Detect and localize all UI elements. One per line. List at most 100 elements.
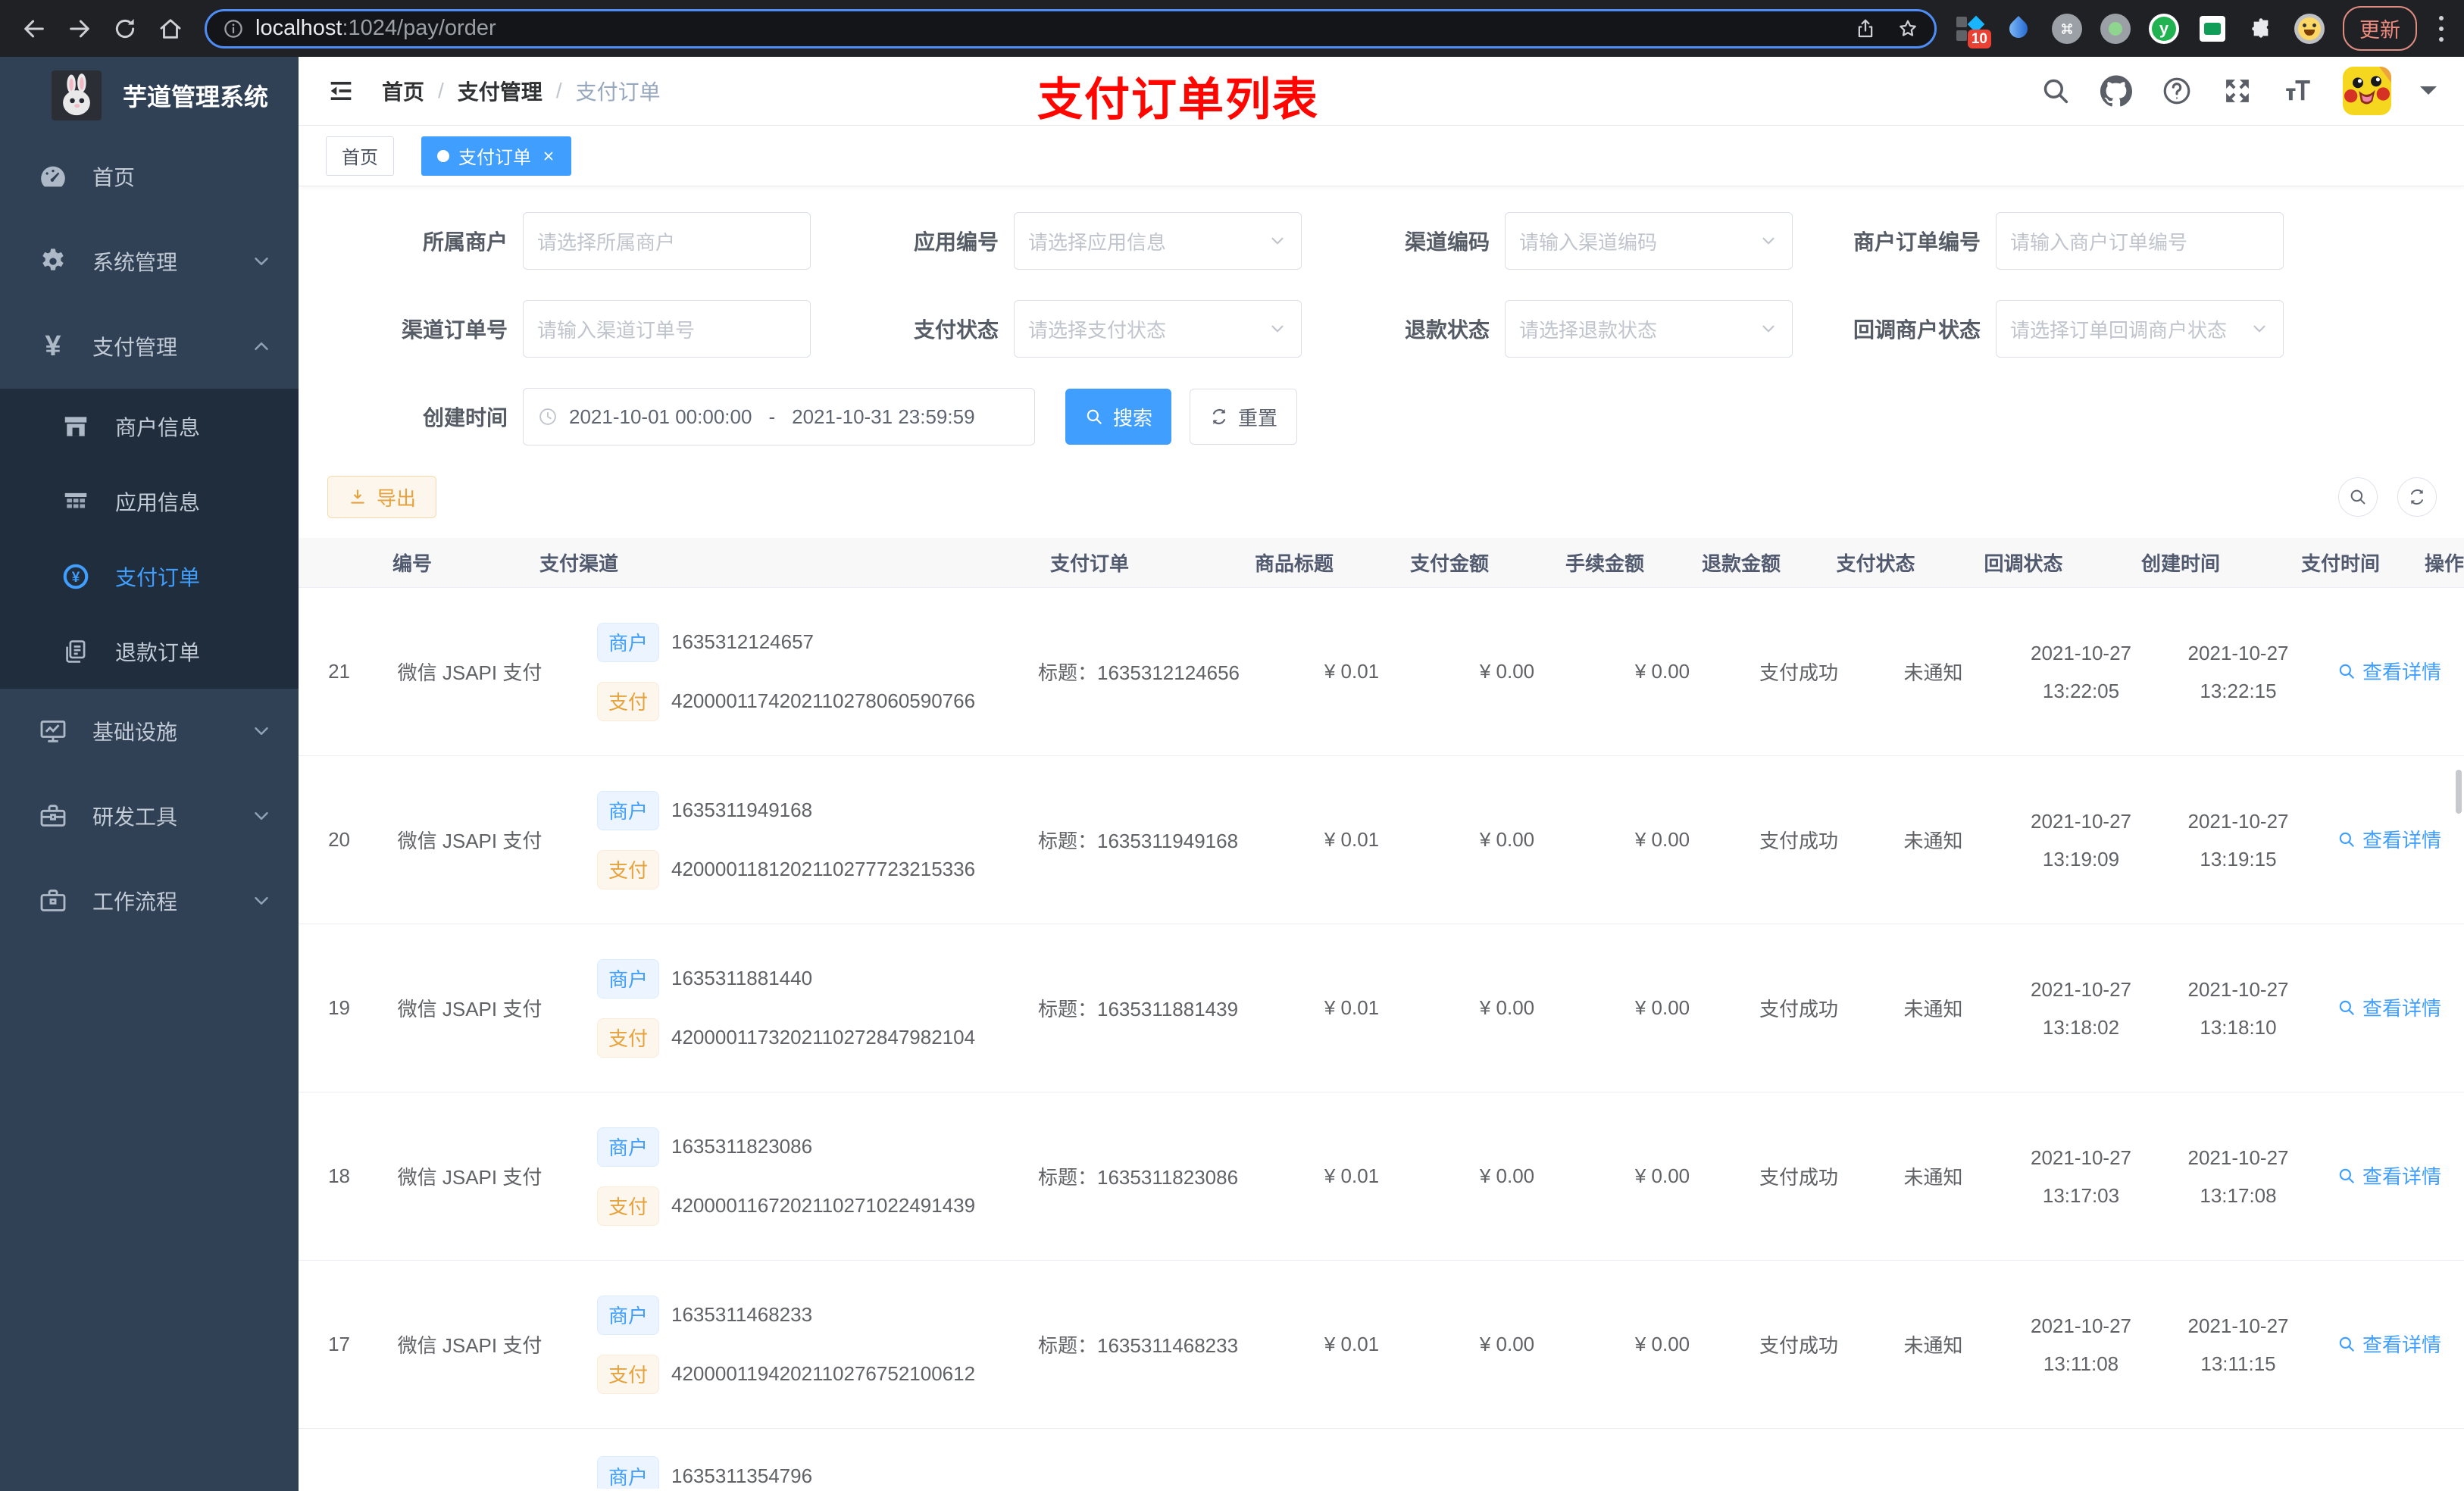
filter-input[interactable]: 请选择支付状态 bbox=[1014, 300, 1302, 358]
view-detail-link[interactable]: 查看详情 bbox=[2337, 1330, 2441, 1358]
sidebar-menu-item[interactable]: 研发工具 bbox=[0, 774, 299, 858]
collapse-sidebar-icon[interactable] bbox=[326, 76, 356, 106]
browser-chrome: localhost:1024/pay/order 10 y 更新 bbox=[0, 0, 2464, 57]
merchant-tag: 商户 bbox=[597, 1456, 660, 1489]
sidebar-menu-item[interactable]: ¥ 支付管理 bbox=[0, 304, 299, 389]
cell-id: 21 bbox=[328, 660, 350, 683]
sidebar-menu-item[interactable]: 系统管理 bbox=[0, 219, 299, 304]
breadcrumb-item[interactable]: 支付管理 / bbox=[458, 76, 576, 106]
reload-icon[interactable] bbox=[108, 11, 142, 46]
fullscreen-icon[interactable] bbox=[2222, 75, 2253, 107]
view-detail-link[interactable]: 查看详情 bbox=[2337, 657, 2441, 685]
extension-y-icon[interactable]: y bbox=[2149, 13, 2179, 44]
browser-menu-icon[interactable] bbox=[2438, 15, 2444, 42]
view-detail-link[interactable]: 查看详情 bbox=[2337, 993, 2441, 1021]
search-icon[interactable] bbox=[2040, 75, 2072, 107]
extension-record-icon[interactable] bbox=[2100, 13, 2131, 44]
help-icon[interactable] bbox=[2161, 75, 2193, 107]
column-header: 商品标题 bbox=[1254, 552, 1334, 575]
extension-chat-icon[interactable] bbox=[2197, 14, 2228, 44]
filter-input[interactable]: 请输入商户订单编号 bbox=[1996, 212, 2284, 270]
extensions-puzzle-icon[interactable] bbox=[2246, 14, 2276, 44]
view-detail-link[interactable]: 查看详情 bbox=[2337, 825, 2441, 853]
bookmark-star-icon[interactable] bbox=[1896, 17, 1919, 40]
yen-circle-icon: ¥ bbox=[59, 560, 92, 593]
extension-command-icon[interactable] bbox=[2052, 13, 2082, 44]
logo-row[interactable]: 芋道管理系统 bbox=[0, 57, 299, 134]
placeholder-text: 请选择所属商户 bbox=[537, 230, 676, 254]
search-button[interactable]: 搜索 bbox=[1065, 389, 1171, 445]
refresh-button[interactable] bbox=[2397, 477, 2437, 517]
close-icon[interactable] bbox=[542, 149, 555, 163]
sidebar-submenu-item[interactable]: ¥ 支付订单 bbox=[0, 539, 299, 614]
filter-input[interactable]: 请选择订单回调商户状态 bbox=[1996, 300, 2284, 358]
merchant-tag: 商户 bbox=[597, 1295, 660, 1335]
filter-label: 所属商户 bbox=[422, 230, 508, 254]
breadcrumb-item[interactable]: 首页 / bbox=[382, 76, 458, 106]
cell-amount: ¥ 0.01 bbox=[1324, 660, 1380, 683]
share-icon[interactable] bbox=[1854, 17, 1877, 40]
column-header: 支付订单 bbox=[1049, 552, 1129, 575]
filter-input[interactable]: 请选择应用信息 bbox=[1014, 212, 1302, 270]
merchant-tag: 商户 bbox=[597, 622, 660, 662]
filter-label: 渠道订单号 bbox=[401, 318, 508, 342]
font-size-icon[interactable] bbox=[2282, 75, 2314, 107]
cell-title: 标题：1635311881439 bbox=[1038, 998, 1239, 1021]
channel-order-no: 4200001173202110272847982104 bbox=[671, 1026, 976, 1049]
cell-refund: ¥ 0.00 bbox=[1634, 1333, 1690, 1355]
cell-notify-status: 未通知 bbox=[1903, 1334, 1963, 1357]
breadcrumb-item[interactable]: 支付订单/ bbox=[576, 76, 661, 106]
scrollbar-thumb[interactable] bbox=[2456, 770, 2462, 814]
placeholder-text: 请输入渠道订单号 bbox=[537, 318, 696, 342]
view-detail-link[interactable]: 查看详情 bbox=[2337, 1161, 2441, 1189]
export-button[interactable]: 导出 bbox=[327, 476, 436, 518]
extension-kite-icon[interactable] bbox=[2003, 14, 2034, 44]
sidebar-menu-item[interactable]: 首页 bbox=[0, 134, 299, 219]
merchant-order-no: 1635311823086 bbox=[671, 1135, 813, 1158]
sidebar-menu-item[interactable]: 工作流程 bbox=[0, 858, 299, 943]
forward-icon[interactable] bbox=[62, 11, 97, 46]
sidebar-submenu-item[interactable]: 退款订单 bbox=[0, 614, 299, 689]
home-icon[interactable] bbox=[153, 11, 188, 46]
filter-input[interactable]: 请选择所属商户 bbox=[523, 212, 811, 270]
cell-order: 商户 1635311949168 支付 42000011812021102777… bbox=[583, 790, 1011, 889]
sidebar-submenu-item[interactable]: 商户信息 bbox=[0, 389, 299, 464]
sidebar-submenu-item[interactable]: 应用信息 bbox=[0, 464, 299, 539]
url-host: localhost bbox=[255, 16, 342, 40]
cell-create-time: 2021-10-27 13:11:08 bbox=[2031, 1314, 2131, 1375]
filter-input[interactable]: 请输入渠道订单号 bbox=[523, 300, 811, 358]
sidebar-item-label: 退款订单 bbox=[115, 640, 201, 664]
reset-button[interactable]: 重置 bbox=[1190, 389, 1297, 445]
cell-fee: ¥ 0.00 bbox=[1479, 1333, 1535, 1355]
cell-create-time: 2021-10-27 13:18:02 bbox=[2031, 977, 2131, 1039]
sidebar-menu-item[interactable]: 基础设施 bbox=[0, 689, 299, 774]
filter-input[interactable]: 请选择退款状态 bbox=[1505, 300, 1793, 358]
cell-order: 商户 1635311881440 支付 42000011732021102728… bbox=[583, 958, 1011, 1058]
column-header: 手续金额 bbox=[1565, 552, 1644, 575]
column-header: 回调状态 bbox=[1984, 552, 2063, 575]
placeholder-text: 请输入商户订单编号 bbox=[2010, 230, 2188, 254]
tag-tab[interactable]: 首页 bbox=[326, 136, 394, 176]
back-icon[interactable] bbox=[17, 11, 52, 46]
site-info-icon[interactable] bbox=[222, 17, 245, 40]
browser-update-button[interactable]: 更新 bbox=[2343, 6, 2417, 51]
extension-tag-icon[interactable]: 10 bbox=[1955, 14, 1991, 48]
toggle-search-button[interactable] bbox=[2338, 477, 2378, 517]
filter-input[interactable]: 请输入渠道编码 bbox=[1505, 212, 1793, 270]
cell-status: 支付成功 bbox=[1759, 998, 1838, 1021]
cell-order: 商户 1635311468233 支付 42000011942021102767… bbox=[583, 1295, 1011, 1394]
cell-pay-time: 2021-10-27 13:11:15 bbox=[2187, 1314, 2289, 1375]
avatar[interactable] bbox=[2343, 67, 2391, 115]
main-header: 首页/ 支付管理/ 支付订单/ 支付订单列表 bbox=[299, 57, 2464, 126]
tag-tab[interactable]: 支付订单 bbox=[421, 136, 571, 176]
table-row: 21 微信 JSAPI 支付 商户 1635312124657 支付 42000… bbox=[299, 588, 2464, 756]
cell-id: 18 bbox=[328, 1164, 350, 1187]
date-range-input[interactable]: 2021-10-01 00:00:00 - 2021-10-31 23:59:5… bbox=[523, 388, 1035, 445]
github-icon[interactable] bbox=[2100, 75, 2132, 107]
profile-emoji-icon[interactable] bbox=[2294, 13, 2325, 44]
avatar-caret-icon[interactable] bbox=[2420, 86, 2437, 103]
table-body: 21 微信 JSAPI 支付 商户 1635312124657 支付 42000… bbox=[299, 588, 2464, 1489]
filter-label: 回调商户状态 bbox=[1853, 318, 1981, 342]
url-text[interactable]: localhost:1024/pay/order bbox=[255, 16, 1854, 41]
address-bar[interactable]: localhost:1024/pay/order bbox=[205, 8, 1937, 48]
